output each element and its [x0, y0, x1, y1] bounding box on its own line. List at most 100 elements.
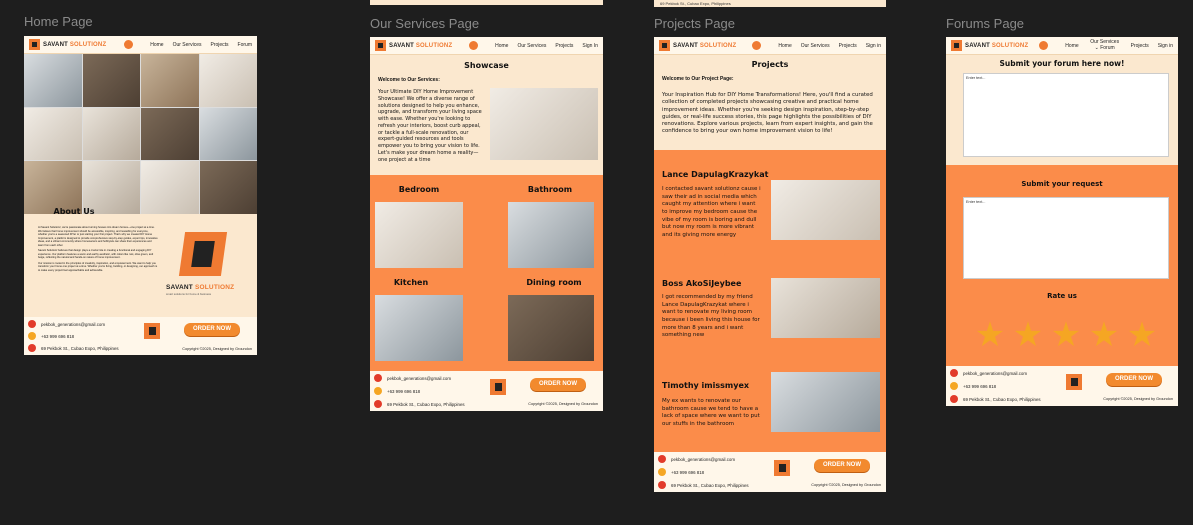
order-now-button[interactable]: ORDER NOW [814, 459, 870, 472]
nav-our-services-dropdown[interactable]: Our Services ⌄ Forum [1088, 39, 1122, 51]
brand-logo-icon[interactable] [29, 39, 40, 50]
showcase-heading: Showcase [464, 61, 509, 70]
services-frame-label[interactable]: Our Services Page [370, 16, 479, 31]
email-icon [658, 455, 666, 463]
nav-sign-in[interactable]: Sign In [582, 43, 598, 49]
star-icon[interactable]: ★ [1050, 318, 1082, 352]
email-icon [950, 369, 958, 377]
tile-label-kitchen: Kitchen [393, 278, 429, 287]
nav-our-services[interactable]: Our Services [517, 43, 546, 49]
projects-top-strip: 69 Pekbok St., Cubao Expo, Philippines [654, 0, 886, 7]
footer-address: 69 Pekbok St., Cubao Expo, Philippines [950, 395, 1041, 403]
large-logo-tagline: smart solutions for home & business [166, 292, 212, 296]
nav-projects[interactable]: Projects [555, 43, 573, 49]
user-icon[interactable] [124, 40, 134, 49]
footer-phone: +63 999 696 818 [658, 468, 704, 476]
testimonial-name-3: Timothy imissmyex [662, 381, 750, 390]
bedroom-tile[interactable] [375, 202, 463, 268]
nav-home[interactable]: Home [778, 43, 791, 49]
footer-address: 69 Pekbok St., Cubao Expo, Philippines [28, 344, 119, 352]
email-icon [374, 374, 382, 382]
order-now-button[interactable]: ORDER NOW [1106, 373, 1162, 386]
request-textarea[interactable]: Enter text... [963, 197, 1169, 279]
order-now-button[interactable]: ORDER NOW [530, 378, 586, 391]
about-us-heading: About Us [53, 207, 95, 216]
footer-address: 69 Pekbok St., Cubao Expo, Philippines [658, 481, 749, 489]
brand-name: SAVANT SOLUTIONZ [43, 41, 107, 48]
projects-frame-label[interactable]: Projects Page [654, 16, 735, 31]
star-icon[interactable]: ★ [1088, 318, 1120, 352]
footer-logo-icon [1066, 374, 1082, 390]
tile-label-dining-room: Dining room [526, 278, 582, 287]
nav-home[interactable]: Home [1065, 43, 1078, 49]
large-logo-wordmark: SAVANT SOLUTIONZ [166, 284, 235, 291]
user-icon[interactable] [1039, 41, 1049, 50]
nav-projects[interactable]: Projects [210, 42, 228, 48]
footer-logo-icon [144, 323, 160, 339]
forums-footer: pekbok_generations@gmail.com +63 999 696… [946, 366, 1178, 406]
testimonials-panel: Lance DapulagKrazykat I contacted savant… [654, 150, 886, 452]
brand-name: SAVANT SOLUTIONZ [389, 42, 453, 49]
phone-icon [374, 387, 382, 395]
bathroom-tile[interactable] [508, 202, 594, 268]
forum-heading: Submit your forum here now! [999, 59, 1125, 68]
star-icon[interactable]: ★ [974, 318, 1006, 352]
brand-logo-icon[interactable] [375, 40, 386, 51]
kitchen-tile[interactable] [375, 295, 463, 361]
collage-photo [141, 54, 199, 107]
footer-phone: +63 999 696 818 [950, 382, 996, 390]
nav-sign-in[interactable]: Sign in [1158, 43, 1173, 49]
services-navbar: SAVANT SOLUTIONZ Home Our Services Proje… [370, 37, 603, 55]
about-paragraph-2: Savant Solutionz believes that design pl… [38, 249, 154, 259]
dining-room-tile[interactable] [508, 295, 594, 361]
footer-logo-icon [490, 379, 506, 395]
user-icon[interactable] [752, 41, 762, 50]
footer-copyright: Copyright ©2025, Designed by Groundon [811, 483, 881, 487]
order-now-button[interactable]: ORDER NOW [184, 323, 240, 336]
collage-photo [199, 54, 257, 107]
email-icon [28, 320, 36, 328]
collage-photo [199, 161, 257, 214]
testimonial-photo-2 [771, 278, 880, 338]
projects-intro-text: Your Inspiration Hub for DIY Home Transf… [662, 92, 873, 135]
collage-photo [24, 107, 82, 161]
forums-navbar: SAVANT SOLUTIONZ Home Our Services ⌄ For… [946, 37, 1178, 55]
nav-projects[interactable]: Projects [839, 43, 857, 49]
brand-name: SAVANT SOLUTIONZ [965, 42, 1029, 49]
home-page-frame: SAVANT SOLUTIONZ Home Our Services Proje… [24, 36, 257, 355]
brand-logo-icon[interactable] [951, 40, 962, 51]
testimonial-text-2: I got recommended by my friend Lance Dap… [662, 294, 760, 339]
about-us-text: At Savant Solutionz, we're passionate ab… [38, 226, 158, 326]
footer-copyright: Copyright ©2025, Designed by Groundon [1103, 397, 1173, 401]
tile-label-bathroom: Bathroom [527, 185, 573, 194]
footer-phone: +63 999 696 818 [28, 332, 74, 340]
footer-copyright: Copyright ©2025, Designed by Groundon [182, 347, 252, 351]
location-pin-icon [658, 481, 666, 489]
services-footer: pekbok_generations@gmail.com +63 999 696… [370, 371, 603, 411]
nav-sign-in[interactable]: Sign in [866, 43, 881, 49]
home-footer: pekbok_generations@gmail.com +63 999 696… [24, 317, 257, 355]
testimonial-photo-1 [771, 180, 880, 240]
showcase-photo [490, 88, 598, 160]
star-icon[interactable]: ★ [1126, 318, 1158, 352]
nav-our-services[interactable]: Our Services [801, 43, 830, 49]
user-icon[interactable] [469, 41, 479, 50]
nav-home[interactable]: Home [495, 43, 508, 49]
services-tiles-panel: Bedroom Bathroom Kitchen Dining room [370, 175, 603, 371]
nav-forum[interactable]: Forum [238, 42, 252, 48]
forum-textarea[interactable]: Enter text... [963, 73, 1169, 157]
footer-phone: +63 999 696 818 [374, 387, 420, 395]
brand-logo-icon[interactable] [659, 40, 670, 51]
home-frame-label[interactable]: Home Page [24, 14, 93, 29]
nav-projects[interactable]: Projects [1131, 43, 1149, 49]
testimonial-name-1: Lance DapulagKrazykat [662, 170, 769, 179]
projects-footer: pekbok_generations@gmail.com +63 999 696… [654, 452, 886, 492]
footer-copyright: Copyright ©2025, Designed by Groundon [528, 402, 598, 406]
collage-photo [82, 54, 140, 107]
star-icon[interactable]: ★ [1012, 318, 1044, 352]
nav-home[interactable]: Home [150, 42, 163, 48]
nav-our-services[interactable]: Our Services [173, 42, 202, 48]
about-paragraph-3: Our mission is rooted in the principles … [38, 261, 158, 272]
forums-frame-label[interactable]: Forums Page [946, 16, 1024, 31]
services-intro-text: Your Ultimate DIY Home Improvement Showc… [378, 89, 482, 163]
